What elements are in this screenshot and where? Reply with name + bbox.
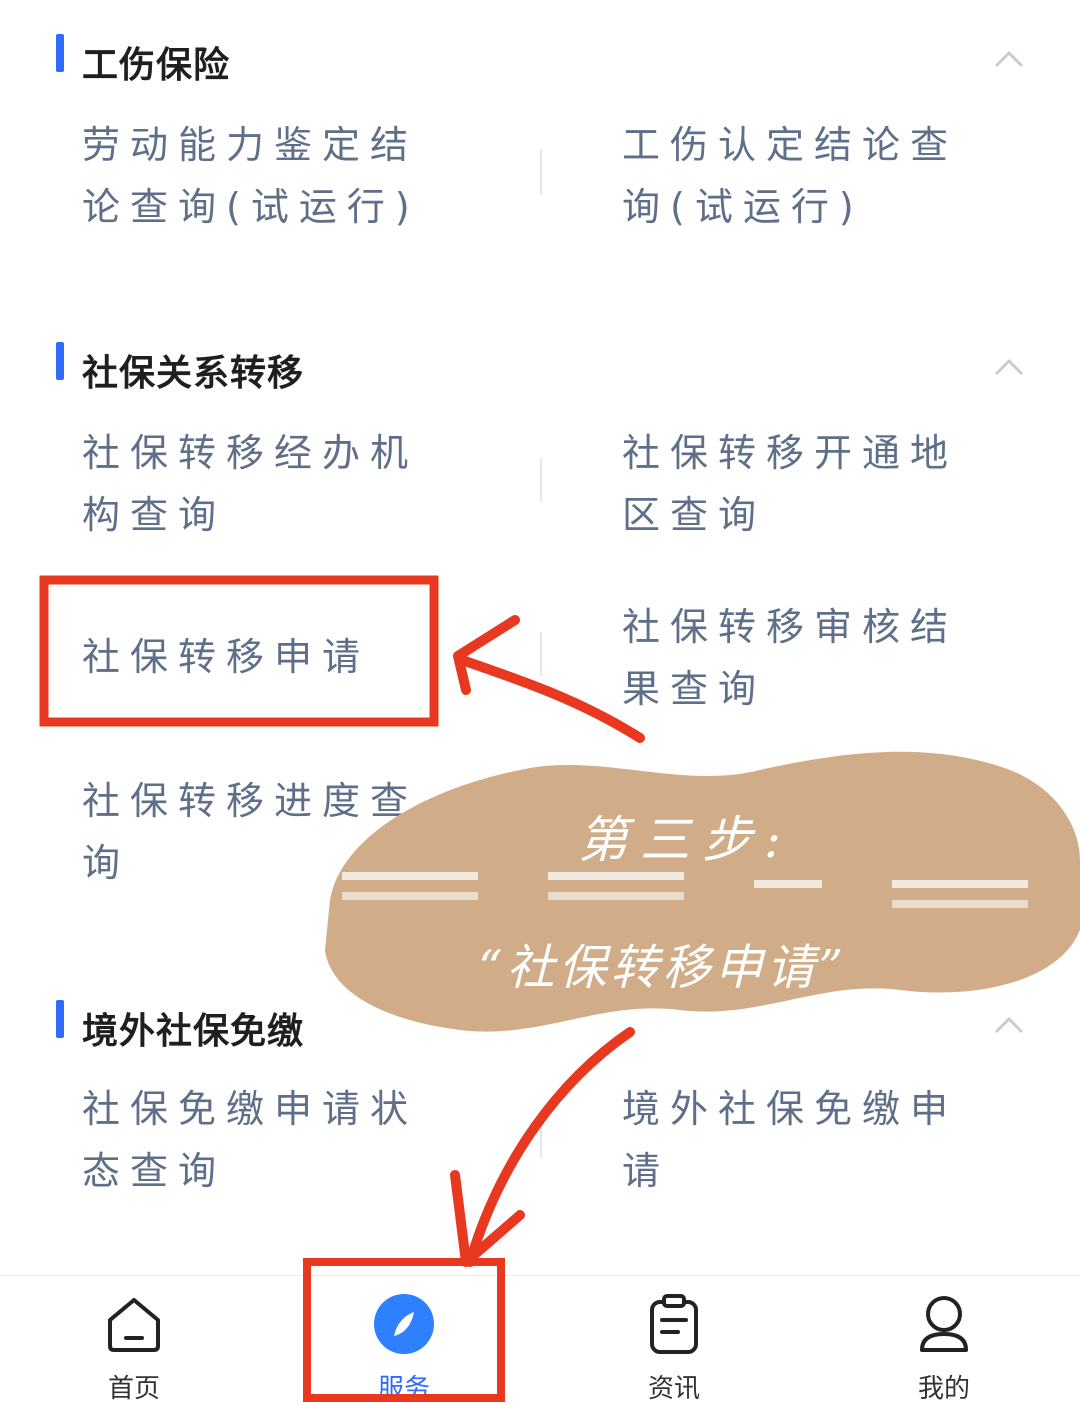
annotation-instruction: “社保转移申请” bbox=[478, 940, 848, 996]
nav-item-mine[interactable]: 我的 bbox=[844, 1276, 1044, 1404]
section-accent-bar bbox=[56, 342, 64, 380]
divider bbox=[540, 632, 542, 676]
blurred-text bbox=[892, 900, 1028, 908]
bottom-nav: 首页 服务 资讯 我的 bbox=[0, 1275, 1080, 1404]
arrow-icon bbox=[465, 1027, 635, 1267]
nav-item-home[interactable]: 首页 bbox=[34, 1276, 234, 1404]
blurred-text bbox=[342, 872, 478, 880]
divider bbox=[540, 150, 542, 194]
annotation-step: 第三步: bbox=[578, 811, 793, 869]
divider bbox=[540, 1114, 542, 1158]
service-item[interactable]: 社保转移开通地区查询 bbox=[622, 422, 972, 546]
nav-label: 首页 bbox=[107, 1374, 160, 1404]
clipboard-icon bbox=[650, 1294, 698, 1354]
service-item[interactable]: 劳动能力鉴定结论查询(试运行) bbox=[82, 114, 432, 238]
service-item[interactable]: 工伤认定结论查询(试运行) bbox=[622, 114, 972, 238]
nav-label: 资讯 bbox=[647, 1374, 700, 1404]
blurred-text bbox=[754, 880, 822, 888]
section-title-overseas: 境外社保免缴 bbox=[82, 1011, 305, 1052]
chevron-up-icon[interactable] bbox=[994, 352, 1024, 382]
blurred-text bbox=[548, 892, 684, 900]
service-item[interactable]: 社保转移审核结果查询 bbox=[622, 596, 972, 720]
nav-item-service[interactable]: 服务 bbox=[304, 1276, 504, 1404]
user-icon bbox=[920, 1296, 968, 1352]
divider bbox=[540, 458, 542, 502]
nav-label: 服务 bbox=[377, 1374, 430, 1404]
service-item[interactable]: 境外社保免缴申请 bbox=[622, 1078, 972, 1202]
section-title-transfer: 社保关系转移 bbox=[82, 353, 305, 394]
compass-icon bbox=[374, 1294, 434, 1354]
chevron-up-icon[interactable] bbox=[994, 1010, 1024, 1040]
chevron-up-icon[interactable] bbox=[994, 44, 1024, 74]
service-item[interactable]: 社保免缴申请状态查询 bbox=[82, 1078, 432, 1202]
home-icon bbox=[108, 1298, 160, 1352]
section-accent-bar bbox=[56, 34, 64, 72]
blurred-text bbox=[548, 872, 684, 880]
nav-label: 我的 bbox=[917, 1374, 970, 1404]
service-item-transfer-apply[interactable]: 社保转移申请 bbox=[82, 626, 432, 688]
blurred-text bbox=[892, 880, 1028, 888]
section-accent-bar bbox=[56, 1000, 64, 1038]
nav-item-news[interactable]: 资讯 bbox=[574, 1276, 774, 1404]
arrow-icon bbox=[457, 655, 645, 743]
blurred-text bbox=[342, 892, 478, 900]
service-item[interactable]: 社保转移经办机构查询 bbox=[82, 422, 432, 546]
section-title-work-injury: 工伤保险 bbox=[82, 45, 231, 86]
